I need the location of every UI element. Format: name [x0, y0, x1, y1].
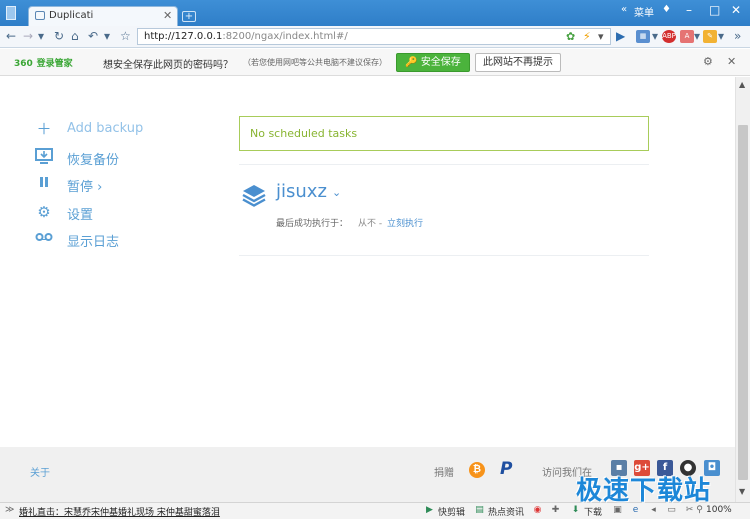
gear-icon: ⚙	[37, 203, 51, 221]
refresh-icon[interactable]: ↻	[54, 29, 64, 43]
go-icon[interactable]: ▶	[616, 29, 625, 43]
password-question: 想安全保存此网页的密码吗？	[103, 60, 233, 71]
status-icon[interactable]: ◉	[532, 505, 543, 516]
scheduled-text: No scheduled tasks	[250, 127, 358, 140]
close-icon[interactable]: ✕	[727, 55, 736, 68]
gear-icon[interactable]: ⚙	[703, 55, 713, 68]
tab-duplicati[interactable]: Duplicati ✕	[28, 6, 178, 26]
site-watermark: 极速下载站	[576, 476, 712, 506]
browser-sidebar-icon[interactable]	[6, 6, 16, 20]
forward-icon[interactable]: →	[23, 29, 33, 43]
menu-label: 暂停 ›	[67, 180, 103, 195]
menu-label: 恢复备份	[67, 153, 120, 168]
last-run-value: 从不 -	[358, 219, 383, 229]
skin-icon[interactable]: ♦	[662, 4, 671, 15]
security-icon[interactable]: ✿	[566, 30, 575, 43]
home-icon[interactable]: ⌂	[71, 29, 79, 43]
address-bar[interactable]: http://127.0.0.1:8200/ngax/index.html#/ …	[137, 28, 611, 45]
status-item[interactable]: 热点资讯	[488, 505, 524, 518]
login-manager-logo: 360 登录管家	[14, 59, 73, 69]
tab-title: Duplicati	[49, 10, 94, 21]
about-link[interactable]: 关于	[30, 464, 50, 479]
chevron-down-icon[interactable]: ⌄	[332, 186, 341, 199]
more-icon[interactable]: »	[734, 29, 741, 43]
last-run-label: 最后成功执行于：	[276, 219, 349, 229]
pdf-icon[interactable]: A	[680, 30, 694, 43]
url-dropdown-icon[interactable]: ▾	[598, 30, 604, 43]
run-now-link[interactable]: 立刻执行	[387, 216, 423, 229]
scrollbar-thumb[interactable]	[738, 125, 748, 480]
maximize-button[interactable]: □	[709, 3, 720, 17]
dropdown-icon[interactable]: ▾	[38, 29, 44, 43]
backup-job-name[interactable]: jisuxz	[276, 181, 327, 202]
menu-label: 设置	[67, 208, 94, 223]
scheduled-tasks-box: No scheduled tasks	[239, 116, 649, 151]
lightning-icon[interactable]: ⚡	[583, 30, 591, 43]
adblock-icon[interactable]: ABP	[662, 30, 676, 43]
new-tab-button[interactable]: +	[182, 11, 196, 22]
close-window-button[interactable]: ✕	[731, 3, 741, 17]
menu-label: Add backup	[67, 121, 144, 136]
menu-label: 显示日志	[67, 235, 120, 250]
never-remind-button[interactable]: 此网站不再提示	[475, 53, 561, 72]
tab-close-icon[interactable]: ✕	[163, 9, 172, 22]
undo-icon[interactable]: ↶	[88, 29, 98, 43]
dropdown-icon[interactable]: ▾	[694, 29, 700, 43]
url-text[interactable]: http://127.0.0.1:8200/ngax/index.html#/	[144, 31, 348, 42]
duplicati-page: ＋ Add backup 恢复备份 暂停 › ⚙ 设置 显示日志 No sche…	[0, 77, 735, 447]
divider	[239, 255, 649, 256]
minimize-button[interactable]: –	[686, 3, 692, 17]
dropdown-icon[interactable]: ▾	[104, 29, 110, 43]
scroll-down-icon[interactable]: ▼	[739, 487, 745, 496]
bitcoin-icon[interactable]: ₿	[469, 462, 485, 478]
tab-favicon-icon	[35, 11, 45, 20]
password-save-bar: 360 登录管家 想安全保存此网页的密码吗？ （若您使用网吧等公共电脑不建议保存…	[0, 49, 750, 76]
back-arrows-icon[interactable]: «	[621, 4, 627, 15]
divider	[239, 164, 649, 165]
browser-titlebar: Duplicati ✕ + « 菜单 ♦ – □ ✕	[0, 0, 750, 26]
password-hint: （若您使用网吧等公共电脑不建议保存）	[243, 58, 387, 67]
news-icon[interactable]: ≫	[5, 505, 14, 515]
monitor-download-icon	[34, 147, 54, 167]
news-icon: ▤	[475, 505, 484, 515]
plus-icon: ＋	[36, 120, 52, 138]
star-icon[interactable]: ☆	[120, 29, 131, 43]
pin-icon[interactable]: ✚	[550, 505, 561, 516]
back-icon[interactable]: ←	[6, 29, 16, 43]
apps-icon[interactable]: ▦	[636, 30, 650, 43]
dropdown-icon[interactable]: ▾	[718, 29, 724, 43]
status-item[interactable]: 快剪辑	[438, 505, 465, 518]
donate-label: 捐赠	[434, 468, 454, 479]
tape-icon	[34, 229, 54, 249]
browser-navbar: ← → ▾ ↻ ⌂ ↶ ▾ ☆ http://127.0.0.1:8200/ng…	[0, 26, 750, 48]
dropdown-icon[interactable]: ▾	[652, 29, 658, 43]
vertical-scrollbar[interactable]: ▲ ▼	[735, 77, 750, 502]
play-icon: ▶	[426, 505, 433, 515]
pause-icon	[34, 174, 54, 194]
scroll-up-icon[interactable]: ▲	[739, 80, 745, 89]
chevron-right-icon: ›	[97, 180, 103, 195]
news-ticker-link[interactable]: 婚礼直击：宋慧乔宋仲基婚礼现场 宋仲基甜蜜落泪	[19, 505, 220, 518]
menu-label[interactable]: 菜单	[634, 4, 654, 19]
paypal-icon[interactable]: P	[500, 459, 512, 479]
tools-icon[interactable]: ✎	[703, 30, 717, 43]
layers-icon	[241, 182, 267, 208]
safe-save-button[interactable]: 🔑 安全保存	[396, 53, 470, 72]
